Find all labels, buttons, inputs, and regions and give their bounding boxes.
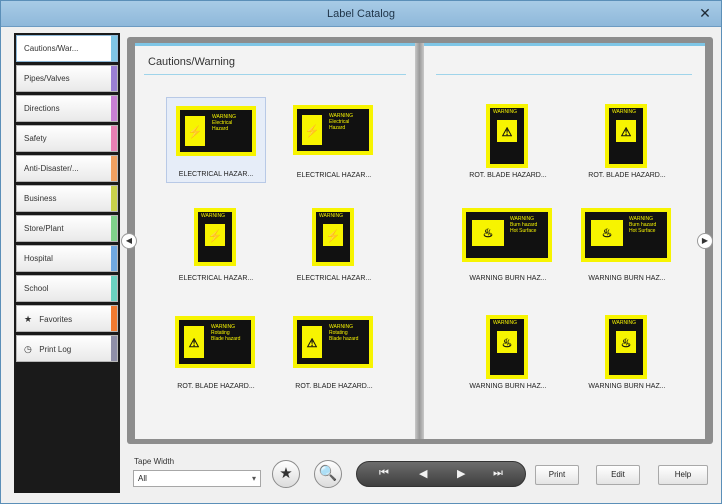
- rotating-blade-sign-icon: ⚠ WARNING: [486, 104, 528, 168]
- category-color-tab: [111, 306, 117, 331]
- label-caption: ELECTRICAL HAZAR...: [178, 275, 254, 282]
- tape-width-value: All: [138, 474, 147, 483]
- tape-width-select[interactable]: All ▾: [133, 470, 261, 487]
- edit-button[interactable]: Edit: [596, 465, 640, 485]
- label-item[interactable]: ⚠ WARNING ROT. BLADE HAZARD...: [458, 97, 558, 183]
- burn-hazard-sign-icon: ♨ WARNING: [486, 315, 528, 379]
- sidebar-item-label: Safety: [24, 134, 47, 143]
- first-page-icon[interactable]: ⏮: [379, 467, 389, 480]
- sidebar-item-school[interactable]: School: [16, 275, 118, 302]
- label-caption: ELECTRICAL HAZAR...: [296, 275, 372, 282]
- label-item[interactable]: ⚡ WARNING ELECTRICAL HAZAR...: [284, 200, 384, 286]
- label-caption: WARNING BURN HAZ...: [469, 383, 547, 390]
- sidebar-item-label: Hospital: [24, 254, 53, 263]
- favorite-star-button[interactable]: ★: [272, 460, 300, 488]
- print-button[interactable]: Print: [535, 465, 579, 485]
- label-item[interactable]: ♨ WARNING Burn hazard Hot Surface WARNING …: [577, 200, 677, 286]
- star-icon: ★: [279, 465, 293, 482]
- book-spine: [415, 43, 424, 439]
- label-caption: ELECTRICAL HAZAR...: [296, 172, 372, 179]
- sidebar-item-print-log[interactable]: ◷ Print Log: [16, 335, 118, 362]
- label-item[interactable]: ♨ WARNING WARNING BURN HAZ...: [458, 308, 558, 394]
- sidebar-item-business[interactable]: Business: [16, 185, 118, 212]
- label-item[interactable]: ♨ WARNING WARNING BURN HAZ...: [577, 308, 677, 394]
- rotating-blade-sign-icon: ⚠ WARNING Rotating Blade hazard: [175, 316, 255, 368]
- previous-page-icon[interactable]: ◀: [419, 467, 427, 480]
- zoom-button[interactable]: 🔍: [314, 460, 342, 488]
- sidebar-item-label: School: [24, 284, 49, 293]
- sidebar-item-directions[interactable]: Directions: [16, 95, 118, 122]
- label-item[interactable]: ⚠ WARNING ROT. BLADE HAZARD...: [577, 97, 677, 183]
- sidebar-item-label: Print Log: [39, 345, 72, 354]
- next-page-arrow-icon[interactable]: ▶: [697, 233, 713, 249]
- rotating-blade-sign-icon: ⚠ WARNING: [605, 104, 647, 168]
- burn-hazard-sign-icon: ♨ WARNING Burn hazard Hot Surface: [581, 208, 671, 262]
- label-item[interactable]: ⚡ WARNING Electrical Hazard ELECTRICAL HAZ…: [166, 97, 266, 183]
- sidebar-item-label: Anti-Disaster/...: [24, 164, 79, 173]
- window-title: Label Catalog: [327, 8, 395, 20]
- last-page-icon[interactable]: ⏭: [493, 467, 503, 480]
- category-color-tab: [111, 66, 117, 91]
- category-color-tab: [111, 36, 117, 61]
- burn-hazard-sign-icon: ♨ WARNING: [605, 315, 647, 379]
- chevron-down-icon: ▾: [251, 474, 256, 483]
- electrical-hazard-sign-icon: ⚡ WARNING: [312, 208, 354, 266]
- electrical-hazard-sign-icon: ⚡ WARNING: [194, 208, 236, 266]
- burn-hazard-sign-icon: ♨ WARNING Burn hazard Hot Surface: [462, 208, 552, 262]
- electrical-hazard-sign-icon: ⚡ WARNING Electrical Hazard: [176, 106, 256, 156]
- close-icon[interactable]: ✕: [697, 5, 713, 21]
- sidebar-item-label: Directions: [24, 104, 60, 113]
- sidebar-item-label: Pipes/Valves: [24, 74, 70, 83]
- sidebar-item-cautions-warning[interactable]: Cautions/War...: [16, 35, 118, 62]
- label-item[interactable]: ⚠ WARNING Rotating Blade hazard ROT. BLADE…: [284, 308, 384, 394]
- label-caption: ROT. BLADE HAZARD...: [295, 383, 373, 390]
- category-color-tab: [111, 186, 117, 211]
- help-button[interactable]: Help: [658, 465, 708, 485]
- label-item[interactable]: ⚠ WARNING Rotating Blade hazard ROT. BLADE…: [166, 308, 266, 394]
- heading-rule: [436, 74, 692, 75]
- page-heading: Cautions/Warning: [148, 56, 236, 68]
- label-item[interactable]: ♨ WARNING Burn hazard Hot Surface WARNING …: [458, 200, 558, 286]
- sidebar-item-hospital[interactable]: Hospital: [16, 245, 118, 272]
- star-icon: ★: [24, 314, 33, 324]
- electrical-hazard-sign-icon: ⚡ WARNING Electrical Hazard: [293, 105, 373, 155]
- sidebar-item-label: Cautions/War...: [24, 44, 79, 53]
- label-caption: ROT. BLADE HAZARD...: [469, 172, 547, 179]
- sidebar-item-store-plant[interactable]: Store/Plant: [16, 215, 118, 242]
- label-item[interactable]: ⚡ WARNING Electrical Hazard ELECTRICAL HAZ…: [284, 97, 384, 183]
- sidebar-item-pipes-valves[interactable]: Pipes/Valves: [16, 65, 118, 92]
- title-bar: Label Catalog ✕: [1, 1, 721, 27]
- category-color-tab: [111, 156, 117, 181]
- category-color-tab: [111, 96, 117, 121]
- label-caption: WARNING BURN HAZ...: [588, 275, 666, 282]
- category-color-tab: [111, 246, 117, 271]
- clock-icon: ◷: [24, 344, 32, 354]
- label-caption: ELECTRICAL HAZAR...: [178, 171, 254, 178]
- sidebar-item-anti-disaster[interactable]: Anti-Disaster/...: [16, 155, 118, 182]
- sidebar-item-safety[interactable]: Safety: [16, 125, 118, 152]
- page-navigation-bar: ⏮ ◀ ▶ ⏭: [356, 461, 526, 487]
- label-caption: ROT. BLADE HAZARD...: [177, 383, 255, 390]
- rotating-blade-sign-icon: ⚠ WARNING Rotating Blade hazard: [293, 316, 373, 368]
- label-item[interactable]: ⚡ WARNING ELECTRICAL HAZAR...: [166, 200, 266, 286]
- sidebar-item-favorites[interactable]: ★ Favorites: [16, 305, 118, 332]
- category-color-tab: [111, 216, 117, 241]
- sidebar-item-label: Store/Plant: [24, 224, 64, 233]
- category-color-tab: [111, 126, 117, 151]
- label-caption: ROT. BLADE HAZARD...: [588, 172, 666, 179]
- label-caption: WARNING BURN HAZ...: [469, 275, 547, 282]
- magnifier-icon: 🔍: [318, 465, 338, 482]
- sidebar-item-label: Favorites: [39, 315, 73, 324]
- category-color-tab: [111, 276, 117, 301]
- heading-rule: [144, 74, 406, 75]
- next-page-icon[interactable]: ▶: [457, 467, 465, 480]
- label-caption: WARNING BURN HAZ...: [588, 383, 666, 390]
- category-sidebar: Cautions/War... Pipes/Valves Directions …: [14, 33, 120, 493]
- previous-page-arrow-icon[interactable]: ◀: [121, 233, 137, 249]
- sidebar-item-label: Business: [24, 194, 57, 203]
- tape-width-label: Tape Width: [134, 457, 175, 466]
- category-color-tab: [111, 336, 117, 361]
